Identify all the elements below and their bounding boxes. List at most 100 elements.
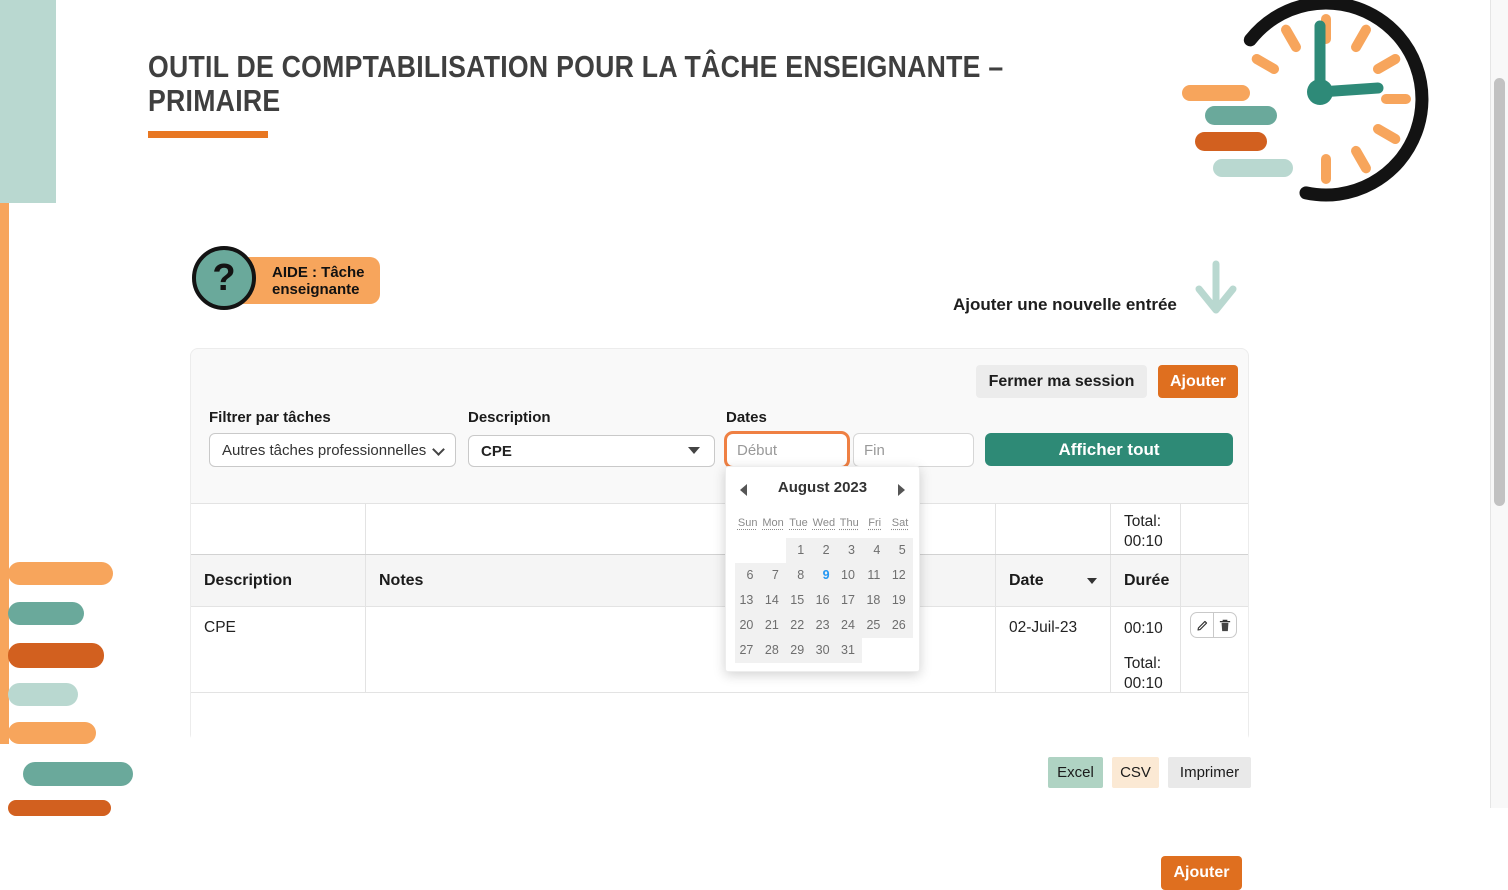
calendar-year: 2023: [834, 479, 867, 496]
calendar-day-8[interactable]: 8: [786, 563, 811, 588]
calendar-empty-cell: [887, 638, 912, 663]
table-total-cell: Total: 00:10: [1111, 504, 1181, 554]
trash-icon: [1219, 619, 1231, 632]
page-title-line1: OUTIL DE COMPTABILISATION POUR LA TÂCHE …: [148, 50, 1094, 84]
scrollbar-track[interactable]: [1490, 0, 1508, 808]
page-title-line2: PRIMAIRE: [148, 84, 1094, 118]
show-all-button[interactable]: Afficher tout: [985, 433, 1233, 466]
print-button[interactable]: Imprimer: [1168, 757, 1251, 788]
row-date: 02-Juil-23: [996, 607, 1111, 692]
calendar-day-20[interactable]: 20: [735, 613, 760, 638]
calendar-day-13[interactable]: 13: [735, 588, 760, 613]
calendar-day-2[interactable]: 2: [811, 538, 836, 563]
row-duration-value: 00:10: [1124, 619, 1167, 639]
calendar-day-29[interactable]: 29: [786, 638, 811, 663]
row-total-value: 00:10: [1124, 674, 1167, 694]
end-date-input[interactable]: [853, 433, 974, 467]
calendar-day-header: Sat: [887, 517, 912, 529]
table-header-row: Description Notes Date Durée: [191, 554, 1248, 606]
delete-button[interactable]: [1213, 612, 1237, 638]
calendar-day-23[interactable]: 23: [811, 613, 836, 638]
question-mark-glyph: ?: [212, 257, 235, 300]
down-arrow-icon: [1194, 260, 1238, 324]
calendar-day-10[interactable]: 10: [837, 563, 862, 588]
help-badge-line2: enseignante: [272, 281, 365, 298]
description-select[interactable]: CPE: [468, 435, 715, 467]
calendar-day-19[interactable]: 19: [887, 588, 912, 613]
add-entry-hint: Ajouter une nouvelle entrée: [953, 295, 1177, 315]
calendar-day-31[interactable]: 31: [837, 638, 862, 663]
export-excel-button[interactable]: Excel: [1048, 757, 1103, 788]
calendar-day-9[interactable]: 9: [811, 563, 836, 588]
next-month-icon[interactable]: [898, 484, 905, 496]
edit-button[interactable]: [1190, 612, 1214, 638]
calendar-day-15[interactable]: 15: [786, 588, 811, 613]
calendar-day-22[interactable]: 22: [786, 613, 811, 638]
description-label: Description: [468, 409, 551, 426]
decorative-teal-rect: [0, 0, 56, 203]
calendar-day-27[interactable]: 27: [735, 638, 760, 663]
row-total-label: Total:: [1124, 654, 1167, 674]
datepicker-popup: August 2023 SunMonTueWedThuFriSat 123456…: [725, 466, 920, 672]
calendar-day-18[interactable]: 18: [862, 588, 887, 613]
filter-tasks-label: Filtrer par tâches: [209, 409, 331, 426]
add-button-bottom[interactable]: Ajouter: [1161, 856, 1242, 890]
calendar-title: August 2023: [726, 479, 919, 496]
row-actions: [1190, 612, 1240, 638]
row-description: CPE: [191, 607, 366, 692]
entries-table: Total: 00:10 Description Notes Date Duré…: [191, 503, 1248, 743]
calendar-day-header: Sun: [735, 517, 760, 529]
calendar-empty-cell: [735, 538, 760, 563]
calendar-day-11[interactable]: 11: [862, 563, 887, 588]
calendar-day-25[interactable]: 25: [862, 613, 887, 638]
calendar-month: August: [778, 479, 830, 496]
decorative-bar: [8, 643, 104, 668]
row-duration: 00:10 Total: 00:10: [1111, 607, 1181, 692]
calendar-day-headers: SunMonTueWedThuFriSat: [735, 517, 913, 529]
table-footer-row: Ajouter: [191, 692, 1248, 743]
decorative-orange-strip: [0, 203, 9, 744]
column-header-description: Description: [191, 555, 366, 606]
calendar-day-6[interactable]: 6: [735, 563, 760, 588]
calendar-day-header: Wed: [811, 517, 836, 529]
total-value: 00:10: [1124, 532, 1167, 552]
decorative-bar: [8, 562, 113, 585]
calendar-day-3[interactable]: 3: [837, 538, 862, 563]
calendar-day-17[interactable]: 17: [837, 588, 862, 613]
calendar-day-12[interactable]: 12: [887, 563, 912, 588]
calendar-day-5[interactable]: 5: [887, 538, 912, 563]
calendar-day-header: Tue: [786, 517, 811, 529]
add-button-top[interactable]: Ajouter: [1158, 365, 1238, 398]
entry-card: Fermer ma session Ajouter Filtrer par tâ…: [190, 348, 1249, 742]
calendar-day-24[interactable]: 24: [837, 613, 862, 638]
start-date-input[interactable]: [724, 431, 850, 469]
decorative-bar: [8, 800, 111, 816]
decorative-bar: [8, 722, 96, 744]
calendar-day-28[interactable]: 28: [760, 638, 785, 663]
question-mark-icon[interactable]: ?: [192, 246, 256, 310]
decorative-bar: [23, 762, 133, 786]
page-title: OUTIL DE COMPTABILISATION POUR LA TÂCHE …: [148, 50, 1094, 118]
pencil-icon: [1196, 619, 1209, 632]
column-header-duration: Durée: [1111, 555, 1181, 606]
scrollbar-thumb[interactable]: [1494, 78, 1505, 506]
calendar-day-7[interactable]: 7: [760, 563, 785, 588]
calendar-day-4[interactable]: 4: [862, 538, 887, 563]
close-session-button[interactable]: Fermer ma session: [976, 365, 1147, 398]
calendar-day-30[interactable]: 30: [811, 638, 836, 663]
calendar-day-header: Fri: [862, 517, 887, 529]
calendar-day-1[interactable]: 1: [786, 538, 811, 563]
calendar-day-header: Thu: [837, 517, 862, 529]
decorative-bar: [8, 683, 78, 706]
calendar-day-14[interactable]: 14: [760, 588, 785, 613]
calendar-empty-cell: [760, 538, 785, 563]
filter-tasks-select[interactable]: Autres tâches professionnelles: [209, 433, 456, 467]
calendar-day-16[interactable]: 16: [811, 588, 836, 613]
calendar-day-21[interactable]: 21: [760, 613, 785, 638]
decorative-bar: [8, 602, 84, 625]
export-csv-button[interactable]: CSV: [1112, 757, 1159, 788]
calendar-day-26[interactable]: 26: [887, 613, 912, 638]
sort-desc-icon: [1087, 578, 1097, 584]
clock-illustration: [1170, 0, 1460, 210]
column-header-date[interactable]: Date: [996, 555, 1111, 606]
